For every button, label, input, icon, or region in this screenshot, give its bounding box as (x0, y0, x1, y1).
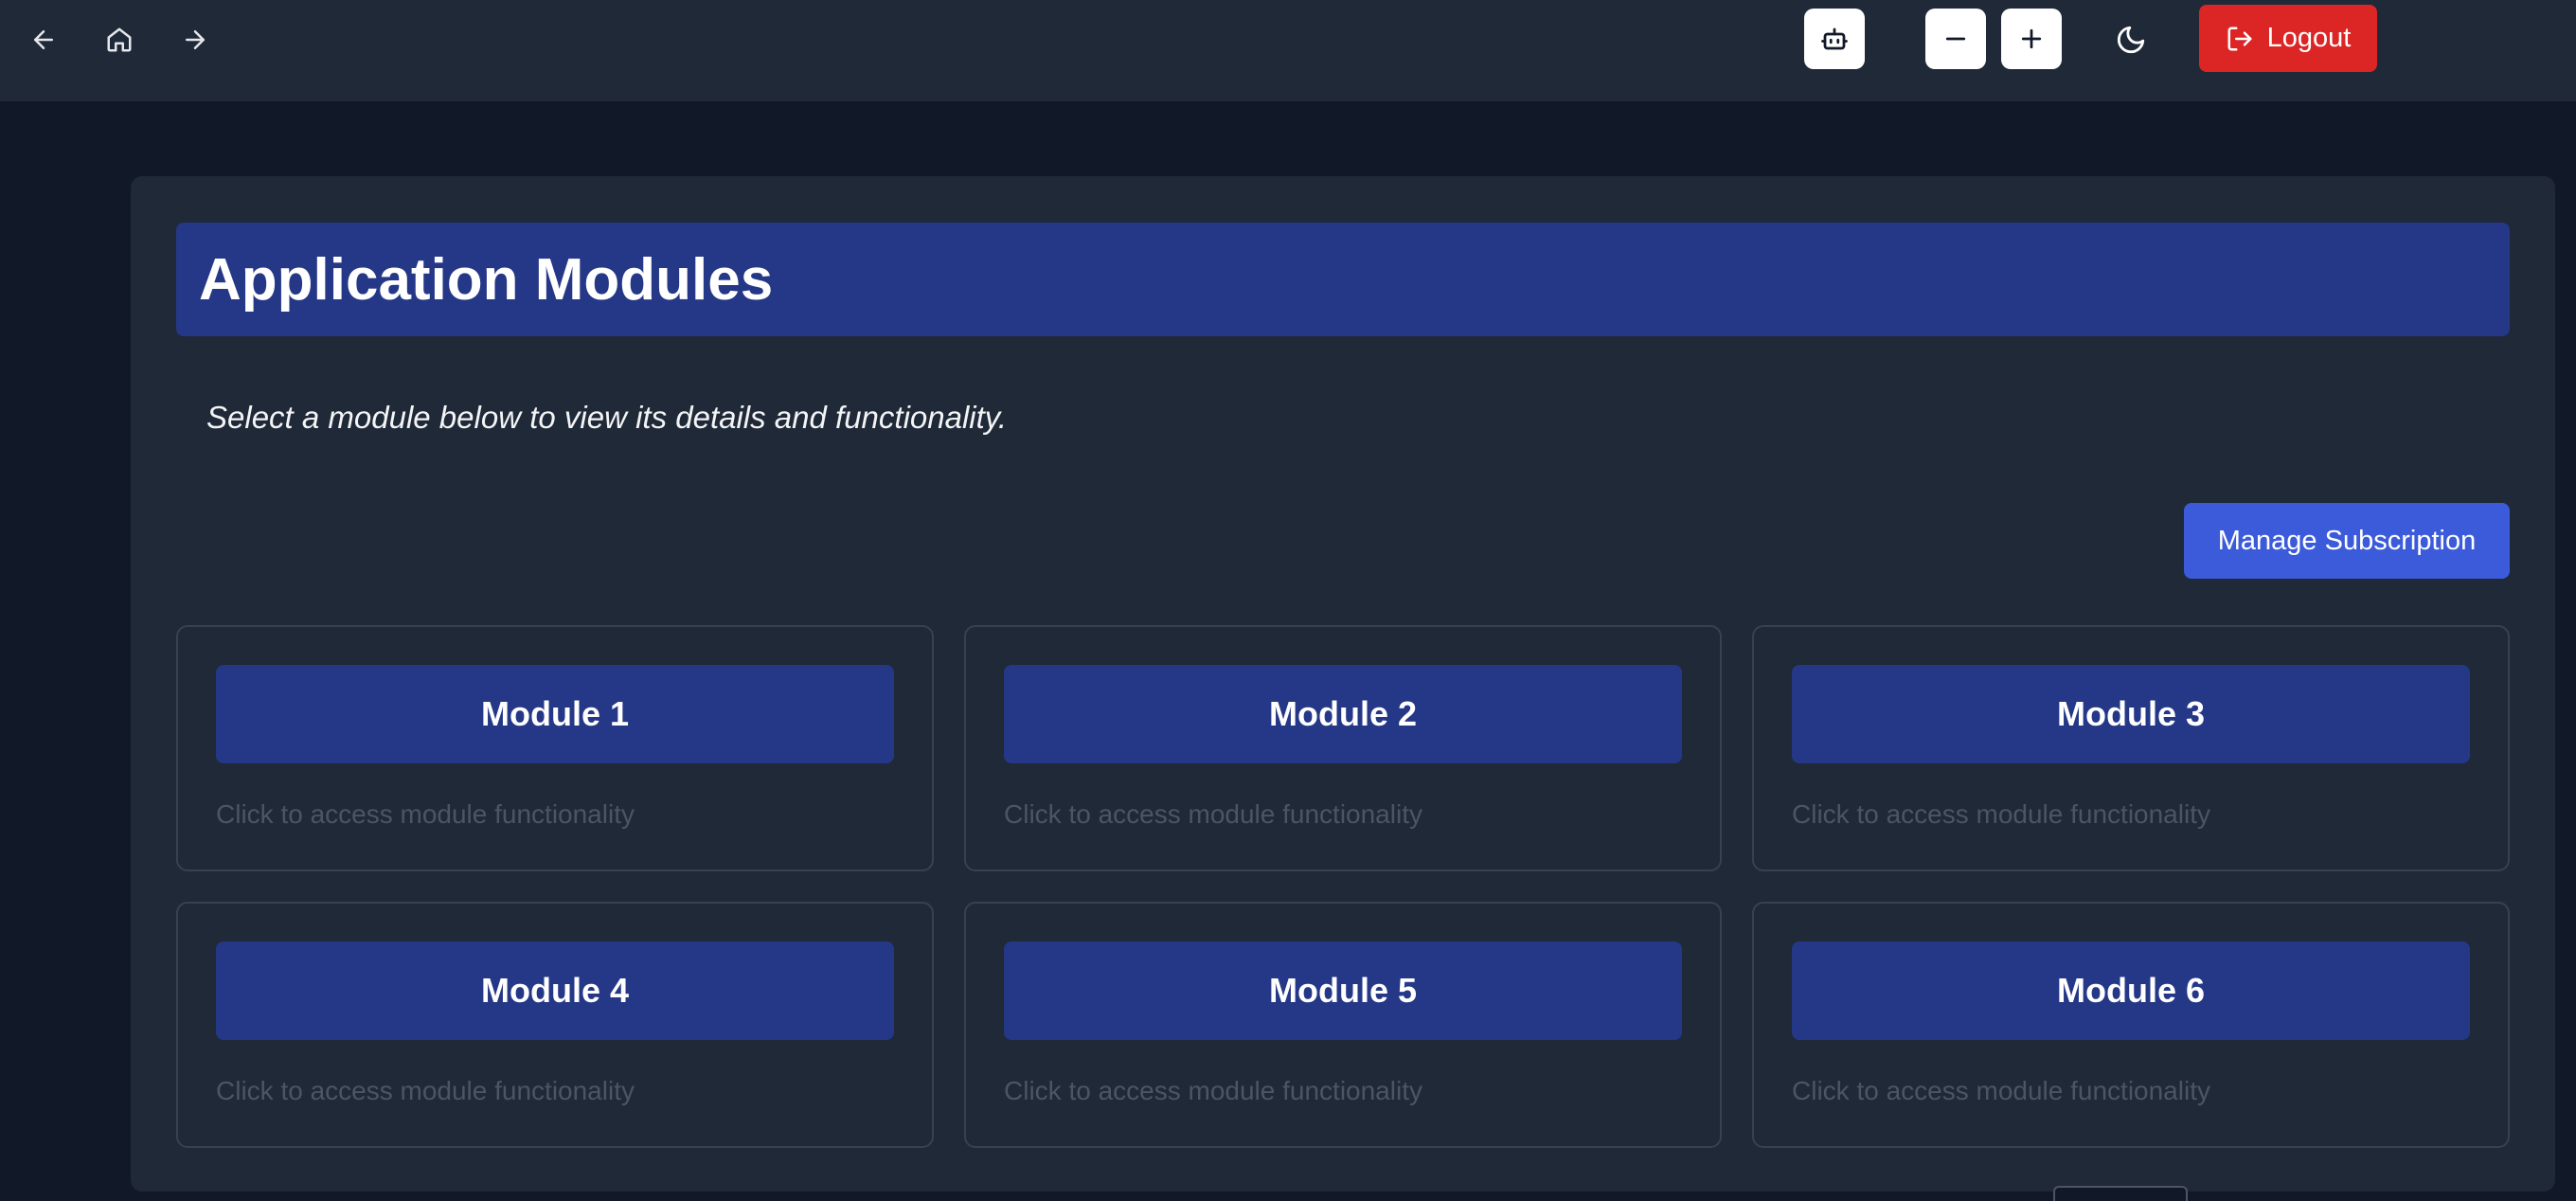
zoom-out-button[interactable] (1925, 9, 1986, 69)
module-description-5: Click to access module functionality (1004, 1076, 1422, 1105)
forward-button[interactable] (170, 15, 220, 64)
modules-panel: Application Modules Select a module belo… (131, 176, 2555, 1192)
plus-icon (2021, 28, 2042, 49)
module-card-4[interactable]: Module 4 Click to access module function… (176, 902, 934, 1148)
page-subtitle: Select a module below to view its detail… (206, 400, 1008, 435)
zoom-in-button[interactable] (2001, 9, 2062, 69)
module-button-6[interactable]: Module 6 (1792, 941, 2470, 1040)
arrow-left-icon (34, 30, 53, 49)
module-description-6: Click to access module functionality (1792, 1076, 2210, 1105)
robot-icon (1821, 27, 1848, 50)
module-card-3[interactable]: Module 3 Click to access module function… (1752, 625, 2510, 871)
minus-icon (1945, 37, 1966, 41)
bottom-popover-tab[interactable] (2053, 1186, 2188, 1201)
module-description-4: Click to access module functionality (216, 1076, 635, 1105)
logout-icon (2227, 27, 2252, 50)
logout-button[interactable]: Logout (2199, 5, 2377, 72)
module-button-1[interactable]: Module 1 (216, 665, 894, 763)
assistant-button[interactable] (1804, 9, 1865, 69)
module-description-1: Click to access module functionality (216, 799, 635, 829)
logout-label: Logout (2266, 23, 2352, 53)
page-title-bar: Application Modules (176, 223, 2510, 336)
module-card-1[interactable]: Module 1 Click to access module function… (176, 625, 934, 871)
module-description-3: Click to access module functionality (1792, 799, 2210, 829)
module-button-4[interactable]: Module 4 (216, 941, 894, 1040)
module-card-6[interactable]: Module 6 Click to access module function… (1752, 902, 2510, 1148)
back-button[interactable] (19, 15, 68, 64)
page-title: Application Modules (199, 246, 774, 313)
module-button-2[interactable]: Module 2 (1004, 665, 1682, 763)
module-card-5[interactable]: Module 5 Click to access module function… (964, 902, 1722, 1148)
module-button-5[interactable]: Module 5 (1004, 941, 1682, 1040)
home-icon (107, 27, 132, 52)
moon-icon (2117, 26, 2145, 54)
arrow-right-icon (186, 30, 205, 49)
theme-toggle-button[interactable] (2104, 15, 2157, 64)
manage-subscription-button[interactable]: Manage Subscription (2184, 503, 2510, 579)
module-description-2: Click to access module functionality (1004, 799, 1422, 829)
home-button[interactable] (95, 15, 144, 64)
module-button-3[interactable]: Module 3 (1792, 665, 2470, 763)
module-card-2[interactable]: Module 2 Click to access module function… (964, 625, 1722, 871)
top-toolbar: Logout (0, 0, 2576, 101)
